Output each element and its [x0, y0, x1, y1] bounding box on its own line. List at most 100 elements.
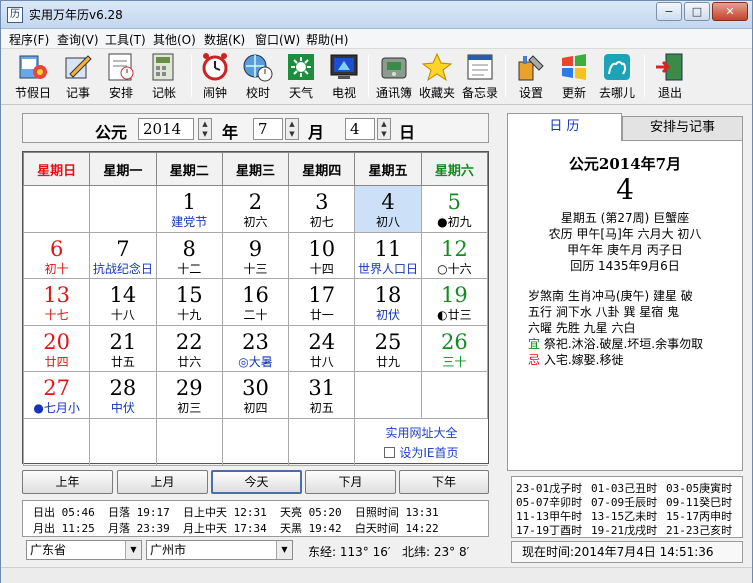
- chevron-down-icon[interactable]: ▼: [125, 541, 141, 559]
- almanac-ji: 忌 入宅.嫁娶.移徙: [528, 353, 624, 367]
- calendar-day-cell[interactable]: 3 初七: [288, 185, 356, 233]
- lunar-or-festival-label: ◐廿三: [437, 308, 472, 323]
- day-number: 4: [381, 190, 395, 214]
- menu-program[interactable]: 程序(F): [9, 31, 49, 48]
- day-input[interactable]: 4: [345, 118, 375, 140]
- lunar-or-festival-label: 初四: [243, 401, 268, 416]
- alarm-button[interactable]: 闹钟: [193, 52, 237, 102]
- calendar-day-cell[interactable]: 30 初四: [221, 371, 290, 419]
- hour-cell: 17-19丁酉时: [516, 524, 583, 537]
- menu-window[interactable]: 窗口(W): [255, 31, 300, 48]
- calendar-day-cell[interactable]: 11 世界人口日: [354, 231, 422, 280]
- today-button[interactable]: 今天: [211, 470, 302, 494]
- ledger-button[interactable]: 记帐: [142, 52, 186, 102]
- calendar-day-cell[interactable]: 13 十七: [22, 278, 91, 326]
- calendar-day-cell[interactable]: 21 廿五: [89, 324, 157, 373]
- calendar-day-cell[interactable]: 27 ●七月小: [22, 371, 91, 419]
- calendar-icon[interactable]: 历: [7, 7, 23, 23]
- year-input[interactable]: 2014: [138, 118, 194, 140]
- calendar-day-cell[interactable]: 12 ○十六: [420, 231, 489, 280]
- day-number: 24: [308, 329, 336, 354]
- day-spinner[interactable]: ▲ ▼: [377, 118, 391, 140]
- title-bar[interactable]: 历 实用万年历v6.28 − □ ✕: [1, 1, 752, 29]
- menu-help[interactable]: 帮助(H): [306, 31, 348, 48]
- next-month-button[interactable]: 下月: [305, 470, 396, 494]
- calendar-day-cell[interactable]: 4 初八: [354, 185, 422, 233]
- day-number: 26: [440, 329, 468, 354]
- settings-button[interactable]: 设置: [509, 52, 553, 102]
- calendar-day-cell[interactable]: 17 廿一: [288, 278, 356, 326]
- menu-tools[interactable]: 工具(T): [105, 31, 146, 48]
- maximize-button[interactable]: □: [684, 2, 710, 21]
- calendar-day-cell[interactable]: 1 建党节: [155, 185, 223, 233]
- calendar-day-cell[interactable]: 24 廿八: [288, 324, 356, 373]
- memo-button[interactable]: 备忘录: [458, 52, 502, 102]
- calendar-day-cell[interactable]: 6 初十: [22, 231, 91, 280]
- calendar-day-cell[interactable]: 2 初六: [221, 185, 290, 233]
- calendar-day-cell[interactable]: 18 初伏: [354, 278, 422, 326]
- calendar-day-cell[interactable]: 5 ●初九: [420, 185, 489, 233]
- menu-query[interactable]: 查询(V): [57, 31, 99, 48]
- next-year-button[interactable]: 下年: [399, 470, 489, 494]
- chevron-down-icon[interactable]: ▼: [276, 541, 292, 559]
- calendar-day-cell[interactable]: 31 初五: [288, 371, 356, 419]
- day-number: 15: [175, 283, 203, 308]
- weather-button[interactable]: 天气: [279, 52, 323, 102]
- tab-schedule-notes[interactable]: 安排与记事: [622, 116, 743, 141]
- calendar-day-cell[interactable]: 28 中伏: [89, 371, 157, 419]
- month-input[interactable]: 7: [253, 118, 283, 140]
- weekday-friday: 星期五: [354, 152, 422, 186]
- year-spinner[interactable]: ▲ ▼: [198, 118, 212, 140]
- calendar-day-cell[interactable]: 19 ◐廿三: [420, 278, 489, 326]
- calendar-day-cell[interactable]: 9 十三: [221, 231, 290, 280]
- calendar-day-cell[interactable]: 25 廿九: [354, 324, 422, 373]
- prev-month-button[interactable]: 上月: [117, 470, 208, 494]
- calendar-day-cell[interactable]: 20 廿四: [22, 324, 91, 373]
- calendar-day-cell[interactable]: 7 抗战纪念日: [89, 231, 157, 280]
- holiday-button[interactable]: 节假日: [11, 52, 55, 102]
- detail-header: 公元2014年7月: [568, 155, 682, 173]
- update-button[interactable]: 更新: [552, 52, 596, 102]
- calendar-day-cell[interactable]: 26 三十: [420, 324, 489, 373]
- calendar-day-cell[interactable]: 22 廿六: [155, 324, 223, 373]
- exit-button[interactable]: 退出: [648, 52, 692, 102]
- date-selector: 公元 2014 ▲ ▼ 年 7 ▲ ▼ 月 4 ▲ ▼ 日: [22, 113, 489, 143]
- qunar-button[interactable]: 去哪儿: [595, 52, 639, 102]
- city-select[interactable]: 广州市 ▼: [146, 540, 293, 560]
- schedule-button[interactable]: 安排: [99, 52, 143, 102]
- calendar-day-cell[interactable]: 16 二十: [221, 278, 290, 326]
- day-number: 5: [447, 190, 462, 214]
- tv-button[interactable]: 电视: [322, 52, 366, 102]
- latitude-label: 北纬: 23° 8′: [402, 545, 470, 559]
- day-number: 17: [308, 283, 336, 308]
- prev-year-button[interactable]: 上年: [22, 470, 113, 494]
- notes-button[interactable]: 记事: [56, 52, 100, 102]
- close-button[interactable]: ✕: [712, 2, 748, 21]
- tab-calendar[interactable]: 日 历: [507, 113, 622, 141]
- calendar-day-cell[interactable]: 23 ◎大暑: [221, 324, 290, 373]
- day-number: 23: [242, 329, 269, 354]
- menu-data[interactable]: 数据(K): [204, 31, 245, 48]
- calendar-empty-cell: [22, 417, 91, 466]
- minimize-button[interactable]: −: [656, 2, 682, 21]
- set-homepage-option[interactable]: 设为IE首页: [355, 444, 487, 461]
- month-spinner[interactable]: ▲ ▼: [285, 118, 299, 140]
- day-unit-label: 日: [399, 123, 416, 142]
- day-number: 21: [109, 329, 137, 354]
- almanac-line-3: 六曜 先胜 九星 六白: [528, 321, 636, 335]
- menu-other[interactable]: 其他(O): [153, 31, 196, 48]
- address-book-button[interactable]: 通讯簿: [372, 52, 416, 102]
- app-window: 历 实用万年历v6.28 − □ ✕ 程序(F) 查询(V) 工具(T) 其他(…: [0, 0, 753, 583]
- calendar-day-cell[interactable]: 29 初三: [155, 371, 223, 419]
- time-sync-button[interactable]: 校时: [236, 52, 280, 102]
- useful-sites-link[interactable]: 实用网址大全: [355, 424, 487, 441]
- favorites-button[interactable]: 收藏夹: [415, 52, 459, 102]
- homepage-checkbox[interactable]: [384, 447, 396, 459]
- province-select[interactable]: 广东省 ▼: [26, 540, 142, 560]
- calendar-day-cell[interactable]: 10 十四: [288, 231, 356, 280]
- toolbar-separator: [644, 55, 645, 97]
- calendar-day-cell[interactable]: 14 十八: [89, 278, 157, 326]
- calendar-day-cell[interactable]: 15 十九: [155, 278, 223, 326]
- calendar-day-cell[interactable]: 8 十二: [155, 231, 223, 280]
- detail-hijri-line: 回历 1435年9月6日: [570, 259, 680, 273]
